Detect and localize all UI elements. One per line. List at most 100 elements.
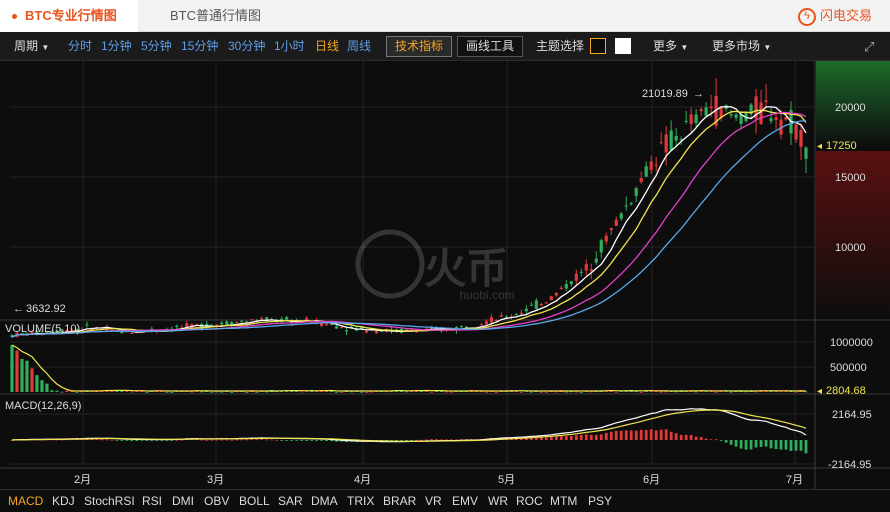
volume-bar [694,391,698,393]
indicator-tab-dma[interactable]: DMA [311,490,338,512]
timeframe-15m[interactable]: 15分钟 [181,32,218,61]
period-dropdown[interactable]: 周期 ▼ [14,32,49,61]
macd-bar [549,436,553,440]
timeframe-1h[interactable]: 1小时 [274,32,305,61]
candle-body [544,302,548,304]
indicator-tab-sar[interactable]: SAR [278,490,303,512]
volume-bar [215,391,219,393]
candle-body [514,314,518,316]
candle-body [664,134,668,153]
macd-bar [594,434,598,440]
indicator-tab-boll[interactable]: BOLL [239,490,270,512]
macd-bar [245,439,249,441]
volume-bar [364,391,369,393]
macd-bar [210,439,214,441]
indicator-tab-stochrsi[interactable]: StochRSI [84,490,135,512]
macd-bar [544,437,548,440]
flash-trade-link[interactable]: ϟ 闪电交易 [797,6,872,26]
volume-bar [25,360,29,392]
indicator-tab-rsi[interactable]: RSI [142,490,162,512]
indicator-tab-vr[interactable]: VR [425,490,442,512]
indicator-tab-dmi[interactable]: DMI [172,490,194,512]
indicator-tab-psy[interactable]: PSY [588,490,612,512]
macd-bar [100,439,104,441]
indicator-tab-kdj[interactable]: KDJ [52,490,75,512]
candle-body [654,164,658,166]
macd-bar [554,436,558,440]
volume-bar [794,391,798,393]
more-dropdown[interactable]: 更多 ▼ [653,32,688,61]
candle-body [285,317,289,320]
fullscreen-icon[interactable]: ⤢ [864,32,874,61]
kline-chart[interactable]: 火币 huobi.com 20000 15000 10000 ◂ 17250 2… [0,61,890,489]
candle-body [484,321,489,325]
tab-normal-chart[interactable]: BTC普通行情图 [170,0,261,32]
timeframe-5m[interactable]: 5分钟 [141,32,172,61]
indicator-tab-brar[interactable]: BRAR [383,490,416,512]
ma30-line [11,120,807,338]
indicator-tab-emv[interactable]: EMV [452,490,478,512]
macd-bar [804,440,808,454]
timeframe-day[interactable]: 日线 [315,32,339,61]
candle-body [549,296,553,301]
candle-body [569,281,573,285]
tech-indicator-button[interactable]: 技术指标 [386,36,453,57]
volume-bar [449,391,454,393]
macd-bar [674,433,678,440]
volume-bar [659,391,663,393]
indicator-tab-macd[interactable]: MACD [8,490,43,512]
candle-body [245,321,249,323]
theme-dark-swatch[interactable] [590,38,606,54]
macd-bar [634,430,638,440]
theme-light-swatch[interactable] [615,38,631,54]
time-tick: 2月 [74,474,91,486]
candle-body [599,240,603,253]
macd-bar [684,434,688,440]
candle-body [374,331,379,334]
macd-bar [649,429,653,440]
macd-bar [140,440,144,441]
active-dot-icon [12,14,17,20]
candle-body [479,324,484,326]
timeframe-tick[interactable]: 分时 [68,32,92,61]
timeframe-30m[interactable]: 30分钟 [228,32,265,61]
timeframe-1m[interactable]: 1分钟 [101,32,132,61]
more-markets-dropdown[interactable]: 更多市场 ▼ [712,32,771,61]
macd-bar [270,439,274,441]
candle-body [639,178,643,183]
indicator-tab-roc[interactable]: ROC [516,490,543,512]
macd-bar [564,436,568,440]
svg-text:火币: 火币 [424,245,508,292]
tab-pro-chart[interactable]: BTC专业行情图 [0,0,138,32]
candle-body [794,124,798,140]
indicator-tab-trix[interactable]: TRIX [347,490,374,512]
macd-bar [265,439,269,441]
volume-bar [484,391,489,393]
candle-body [499,315,503,317]
macd-tick: -2164.95 [828,459,871,471]
candle-body [649,161,653,171]
macd-bar [405,440,408,441]
drawing-tools-button[interactable]: 画线工具 [457,36,524,57]
price-tick: 15000 [835,172,866,184]
volume-tick: 500000 [830,362,867,374]
indicator-tab-obv[interactable]: OBV [204,490,229,512]
candle-body [554,292,558,296]
macd-bar [95,439,99,440]
caret-down-icon: ▼ [763,43,772,52]
volume-bar [729,391,733,393]
macd-bar [769,440,773,449]
volume-bar [754,391,758,393]
volume-bar [614,391,618,393]
indicator-tab-mtm[interactable]: MTM [550,490,577,512]
volume-bar [40,380,44,392]
macd-bar [310,440,314,441]
macd-bar [300,440,304,441]
volume-bar [519,391,523,393]
volume-bar [349,391,354,393]
timeframe-week[interactable]: 周线 [347,32,371,61]
macd-bar [295,440,299,441]
chart-toolbar: 周期 ▼ 分时 1分钟 5分钟 15分钟 30分钟 1小时 日线 周线 技术指标… [0,32,890,61]
macd-bar [574,435,578,440]
indicator-tab-wr[interactable]: WR [488,490,508,512]
